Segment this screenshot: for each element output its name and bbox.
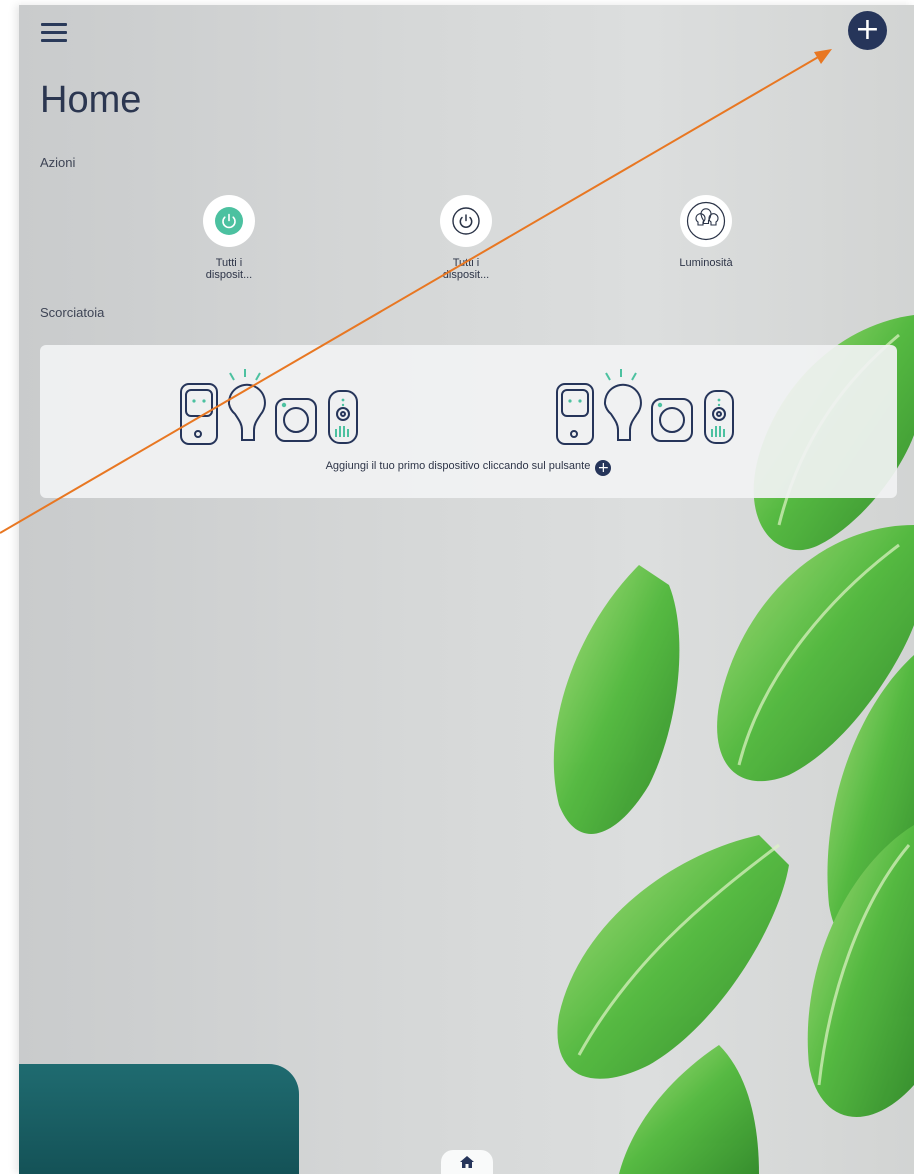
devices-illustration-right (556, 369, 734, 445)
app-frame: + Home Azioni Tutti i disposit... Tutti … (19, 5, 914, 1174)
action-label: Luminosità (679, 257, 733, 269)
inline-plus-icon: + (595, 460, 612, 476)
shortcuts-empty-card: Aggiungi il tuo primo dispositivo clicca… (40, 345, 897, 498)
actions-section-label: Azioni (40, 155, 76, 170)
monstera-plant-background (553, 315, 914, 1174)
devices-illustration-left (180, 369, 358, 445)
bulbs-icon (686, 201, 726, 241)
menu-button[interactable] (41, 23, 67, 45)
action-brightness[interactable]: Luminosità (651, 195, 761, 269)
action-all-devices-on[interactable]: Tutti i disposit... (174, 195, 284, 281)
home-tab[interactable] (441, 1150, 493, 1174)
action-label: Tutti i disposit... (442, 257, 490, 281)
power-icon (452, 207, 480, 235)
page-title: Home (40, 79, 142, 121)
shortcuts-section-label: Scorciatoia (40, 305, 105, 320)
home-icon (460, 1156, 474, 1168)
add-device-button[interactable]: + (848, 11, 887, 50)
empty-shortcuts-text: Aggiungi il tuo primo dispositivo clicca… (325, 460, 591, 472)
action-all-devices-off[interactable]: Tutti i disposit... (411, 195, 521, 281)
power-icon (215, 207, 243, 235)
action-label: Tutti i disposit... (205, 257, 253, 281)
action-circle[interactable] (440, 195, 492, 247)
action-circle[interactable] (203, 195, 255, 247)
action-circle[interactable] (680, 195, 732, 247)
teal-cushion (19, 1064, 299, 1174)
empty-shortcuts-message: Aggiungi il tuo primo dispositivo clicca… (40, 460, 897, 476)
